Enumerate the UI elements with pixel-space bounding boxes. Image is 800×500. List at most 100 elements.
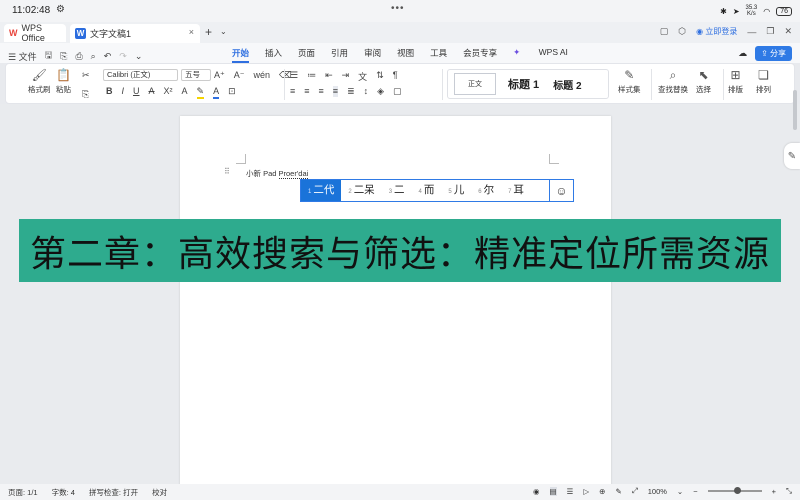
drag-handle-icon[interactable]: ⠿ xyxy=(224,167,230,176)
underline-icon[interactable]: U xyxy=(133,86,140,99)
ime-candidate[interactable]: 1 二代 xyxy=(301,180,342,201)
close-tab-icon[interactable]: × xyxy=(189,27,194,37)
font-size-select[interactable]: 五号 xyxy=(181,69,211,81)
ime-candidate[interactable]: 7耳 xyxy=(501,180,531,201)
fullscreen-icon[interactable]: ⤢ xyxy=(632,486,638,496)
grow-font-icon[interactable]: A⁺ xyxy=(214,70,225,81)
arrange-button[interactable]: ⊞ 排版 xyxy=(728,68,743,95)
restore-icon[interactable]: ❐ xyxy=(766,26,774,37)
strikethrough-icon[interactable]: A xyxy=(149,86,155,99)
fit-icon[interactable]: ⤡ xyxy=(786,486,792,496)
tab-wps-ai[interactable]: ✦ WPS AI xyxy=(513,47,584,63)
ime-candidate[interactable]: 6尔 xyxy=(471,180,501,201)
page-view-icon[interactable]: ▤ xyxy=(549,486,557,496)
scrollbar[interactable] xyxy=(793,90,797,130)
ime-candidate[interactable]: 3二 xyxy=(382,180,412,201)
font-name-select[interactable]: Calibri (正文) xyxy=(103,69,178,81)
cut-icon[interactable]: ✂ xyxy=(82,70,90,81)
align-center-icon[interactable]: ≡ xyxy=(304,86,309,97)
align-left-icon[interactable]: ≡ xyxy=(290,86,295,97)
pinyin-guide-icon[interactable]: wén xyxy=(254,70,271,81)
paste-button[interactable]: 📋 粘贴 xyxy=(56,68,71,95)
zoom-dropdown-icon[interactable]: ⌄ xyxy=(677,487,683,496)
proofread-button[interactable]: 校对 xyxy=(152,487,167,498)
tab-tools[interactable]: 工具 xyxy=(430,47,447,63)
minimize-icon[interactable]: — xyxy=(747,27,756,37)
document-page[interactable]: ⠿ 小新 Pad Proer'dai xyxy=(180,116,611,496)
tab-wps-office[interactable]: W WPS Office xyxy=(4,23,66,43)
chinese-layout-icon[interactable]: 文 xyxy=(358,70,367,83)
copy-icon[interactable]: ⎘ xyxy=(82,89,90,100)
find-replace-button[interactable]: ⌕ 查找替换 xyxy=(658,68,688,95)
show-marks-icon[interactable]: ¶ xyxy=(393,70,398,83)
cloud-sync-icon[interactable]: ☁ xyxy=(738,48,747,59)
zoom-slider-knob[interactable] xyxy=(733,487,741,494)
tab-review[interactable]: 审阅 xyxy=(364,47,381,63)
pen-icon[interactable]: ✎ xyxy=(615,487,621,496)
format-painter-button[interactable]: 🖌 格式刷 xyxy=(28,68,51,95)
shrink-font-icon[interactable]: A⁻ xyxy=(234,70,245,81)
play-icon[interactable]: ▷ xyxy=(583,487,589,496)
text-effect-icon[interactable]: A xyxy=(182,86,188,99)
file-menu[interactable]: ☰ 文件 xyxy=(8,50,37,63)
style-heading-2[interactable]: 标题 2 xyxy=(553,77,581,92)
tab-view[interactable]: 视图 xyxy=(397,47,414,63)
document-line[interactable]: 小新 Pad Proer'dai xyxy=(246,168,309,179)
document-canvas[interactable]: ⠿ 小新 Pad Proer'dai xyxy=(0,104,800,496)
select-button[interactable]: ⬉ 选择 xyxy=(696,68,711,95)
ime-candidate[interactable]: 5儿 xyxy=(441,180,471,201)
borders-icon[interactable]: ▢ xyxy=(393,86,402,97)
zoom-level[interactable]: 100% xyxy=(648,487,667,496)
web-view-icon[interactable]: ⊕ xyxy=(599,487,605,496)
redo-icon[interactable]: ↷ xyxy=(119,51,127,62)
pen-tool-icon[interactable]: ✎ xyxy=(784,143,800,169)
font-color-icon[interactable]: A xyxy=(213,86,220,99)
bold-icon[interactable]: B xyxy=(106,86,113,99)
package-icon[interactable]: ⬡ xyxy=(678,26,686,37)
more-chevron-icon[interactable]: ⌄ xyxy=(135,51,143,62)
line-spacing-icon[interactable]: ↕ xyxy=(364,86,369,97)
multitask-dots-icon[interactable]: ••• xyxy=(391,3,405,14)
tab-document[interactable]: W 文字文稿1 × xyxy=(70,24,200,43)
export-pdf-icon[interactable]: ⎘ xyxy=(60,51,67,62)
new-tab-icon[interactable]: + xyxy=(205,25,212,39)
undo-icon[interactable]: ↶ xyxy=(104,51,112,62)
style-set-button[interactable]: ✎ 样式集 xyxy=(618,68,641,95)
tab-member[interactable]: 会员专享 xyxy=(463,47,497,63)
close-window-icon[interactable]: ✕ xyxy=(784,26,792,37)
char-border-icon[interactable]: ⊡ xyxy=(228,86,236,99)
save-icon[interactable]: 🖫 xyxy=(45,48,53,64)
ime-candidate[interactable]: 4而 xyxy=(412,180,442,201)
tab-insert[interactable]: 插入 xyxy=(265,47,282,63)
print-icon[interactable]: ⎙ xyxy=(75,51,82,62)
numbered-list-icon[interactable]: ≔ xyxy=(307,70,316,83)
outline-view-icon[interactable]: ☰ xyxy=(567,487,574,496)
italic-icon[interactable]: I xyxy=(122,86,125,99)
tab-page[interactable]: 页面 xyxy=(298,47,315,63)
emoji-icon[interactable]: ☺ xyxy=(549,180,573,201)
chevron-down-icon[interactable]: ⌄ xyxy=(220,27,227,36)
sort-icon[interactable]: ⇅ xyxy=(376,70,384,83)
highlight-icon[interactable]: ✎ xyxy=(196,86,205,99)
style-heading-1[interactable]: 标题 1 xyxy=(508,76,539,92)
eye-icon[interactable]: ◉ xyxy=(533,487,540,496)
tab-references[interactable]: 引用 xyxy=(331,47,348,63)
superscript-icon[interactable]: X² xyxy=(164,86,173,99)
zoom-in-icon[interactable]: + xyxy=(772,487,776,496)
style-normal[interactable]: 正文 xyxy=(454,73,496,95)
zoom-out-icon[interactable]: − xyxy=(693,487,697,496)
shading-icon[interactable]: ◈ xyxy=(377,86,384,97)
align-right-icon[interactable]: ≡ xyxy=(319,86,324,97)
justify-icon[interactable]: ≡ xyxy=(332,86,339,97)
bullet-list-icon[interactable]: ☰ xyxy=(290,70,298,83)
page-count[interactable]: 页面: 1/1 xyxy=(8,487,38,498)
tab-home[interactable]: 开始 xyxy=(232,47,250,63)
login-link[interactable]: ◉ 立即登录 xyxy=(696,26,737,37)
distribute-icon[interactable]: ≣ xyxy=(347,86,355,97)
spell-check-status[interactable]: 拼写检查: 打开 xyxy=(89,487,138,498)
zoom-slider[interactable] xyxy=(707,487,762,494)
ime-candidate[interactable]: 2 二呆 xyxy=(341,180,381,201)
word-count[interactable]: 字数: 4 xyxy=(52,487,75,498)
share-button[interactable]: ⇪ 分享 xyxy=(755,46,792,61)
decrease-indent-icon[interactable]: ⇤ xyxy=(325,70,333,83)
